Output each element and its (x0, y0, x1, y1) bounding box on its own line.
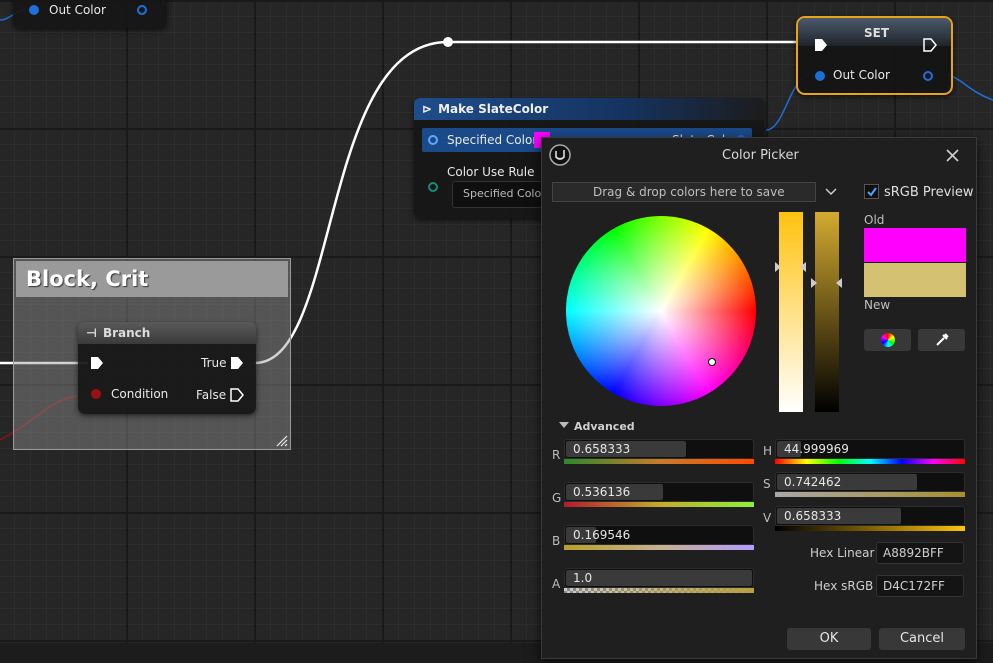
r-gradient-strip[interactable] (564, 459, 754, 464)
h-value: 44.999969 (784, 442, 849, 456)
false-label: False (196, 388, 227, 402)
a-label: A (552, 577, 561, 591)
h-gradient-strip[interactable] (775, 459, 965, 464)
old-color-swatch[interactable] (864, 228, 966, 262)
out-color-label: Out Color (49, 3, 106, 17)
v-field[interactable]: 0.658333 (775, 506, 965, 526)
hex-linear-field[interactable]: A8892BFF (876, 542, 964, 564)
color-use-rule-pin[interactable] (428, 182, 438, 192)
false-exec-output-icon[interactable] (230, 388, 244, 402)
value-slider[interactable] (779, 212, 803, 412)
chevron-down-icon[interactable] (825, 187, 837, 197)
color-picker-window[interactable]: Color Picker Drag & drop colors here to … (541, 137, 977, 659)
hex-linear-label: Hex Linear (810, 546, 875, 560)
a-field[interactable]: 1.0 (564, 568, 754, 588)
resize-grip-icon[interactable] (276, 435, 288, 447)
hex-linear-value: A8892BFF (883, 546, 944, 560)
g-field[interactable]: 0.536136 (564, 482, 754, 502)
value-slider-handle-left[interactable] (775, 262, 781, 272)
out-color-output-pin[interactable] (923, 71, 933, 81)
a-value: 1.0 (573, 571, 593, 585)
unreal-logo-icon (549, 144, 571, 166)
color-drop-area[interactable]: Drag & drop colors here to save (552, 182, 816, 202)
exec-input-pin-icon[interactable] (814, 38, 828, 52)
specified-color-label: Specified Color (447, 133, 538, 147)
brightness-slider-handle-left[interactable] (811, 278, 817, 288)
ok-button[interactable]: OK (787, 628, 871, 650)
b-field[interactable]: 0.169546 (564, 525, 754, 545)
branch-node[interactable]: ⊣ Branch True Condition False (78, 322, 256, 414)
v-label: V (763, 511, 772, 525)
branch-header: ⊣ Branch (78, 322, 256, 344)
drop-area-label: Drag & drop colors here to save (593, 185, 785, 199)
comment-title: Block, Crit (26, 267, 149, 291)
set-node-title: SET (864, 26, 890, 40)
color-use-rule-value: Specified Color (463, 187, 546, 200)
old-label: Old (864, 213, 885, 227)
set-node[interactable]: SET Out Color (796, 16, 953, 95)
g-label: G (552, 491, 562, 505)
r-field[interactable]: 0.658333 (564, 439, 754, 459)
comment-title-bar[interactable]: Block, Crit (16, 261, 288, 297)
s-label: S (763, 477, 771, 491)
true-label: True (201, 356, 227, 370)
new-color-swatch[interactable] (864, 263, 966, 297)
color-wheel[interactable] (566, 216, 756, 406)
s-field[interactable]: 0.742462 (775, 472, 965, 492)
eyedropper-button[interactable] (918, 329, 965, 351)
checkmark-icon (867, 187, 877, 197)
color-picker-title: Color Picker (722, 148, 799, 163)
b-label: B (552, 534, 561, 548)
srgb-preview-checkbox[interactable] (864, 184, 879, 199)
hex-srgb-field[interactable]: D4C172FF (876, 575, 964, 597)
out-color-input-pin[interactable] (815, 71, 825, 81)
color-wheel-icon (880, 333, 895, 347)
make-struct-icon: ⊳ (422, 102, 433, 116)
advanced-label[interactable]: Advanced (574, 420, 635, 433)
value-slider-handle-right[interactable] (800, 262, 806, 272)
srgb-preview-label: sRGB Preview (884, 185, 974, 200)
r-value: 0.658333 (573, 442, 631, 456)
brightness-slider[interactable] (815, 212, 839, 412)
a-gradient-strip[interactable] (564, 588, 754, 593)
wire-reroute-knot (443, 37, 453, 47)
color-use-rule-label: Color Use Rule (447, 165, 535, 179)
v-gradient-strip[interactable] (775, 526, 965, 531)
brightness-slider-handle-right[interactable] (836, 278, 842, 288)
exec-input-pin-icon[interactable] (90, 356, 104, 370)
hex-srgb-label: Hex sRGB (814, 579, 874, 593)
color-wheel-mode-button[interactable] (864, 329, 911, 351)
branch-icon: ⊣ (86, 326, 97, 340)
specified-color-pin[interactable] (428, 135, 438, 145)
branch-title: Branch (102, 326, 151, 340)
out-color-output-pin[interactable] (137, 5, 147, 15)
make-slatecolor-title: Make SlateColor (438, 102, 549, 116)
hex-srgb-value: D4C172FF (883, 579, 945, 593)
condition-label: Condition (111, 387, 169, 401)
exec-output-pin-icon[interactable] (923, 38, 937, 52)
set-out-color-label: Out Color (833, 68, 890, 82)
cancel-button[interactable]: Cancel (879, 628, 965, 650)
true-exec-output-icon[interactable] (230, 356, 244, 370)
b-gradient-strip[interactable] (564, 545, 754, 550)
out-color-input-pin[interactable] (29, 5, 39, 15)
g-gradient-strip[interactable] (564, 502, 754, 507)
out-color-node-partial[interactable]: Out Color (13, 0, 167, 28)
condition-pin[interactable] (91, 389, 101, 399)
close-icon[interactable] (946, 149, 959, 162)
color-wheel-cursor[interactable] (708, 358, 716, 366)
make-slatecolor-header: ⊳ Make SlateColor (414, 98, 764, 120)
h-label: H (763, 444, 773, 458)
advanced-collapse-icon[interactable] (559, 422, 569, 430)
color-picker-titlebar[interactable]: Color Picker (542, 138, 976, 174)
s-gradient-strip[interactable] (775, 492, 965, 497)
g-value: 0.536136 (573, 485, 631, 499)
s-value: 0.742462 (784, 475, 842, 489)
b-value: 0.169546 (573, 528, 631, 542)
v-value: 0.658333 (784, 509, 842, 523)
new-label: New (864, 298, 891, 312)
r-label: R (552, 448, 561, 462)
eyedropper-icon (935, 333, 949, 346)
h-field[interactable]: 44.999969 (775, 439, 965, 459)
